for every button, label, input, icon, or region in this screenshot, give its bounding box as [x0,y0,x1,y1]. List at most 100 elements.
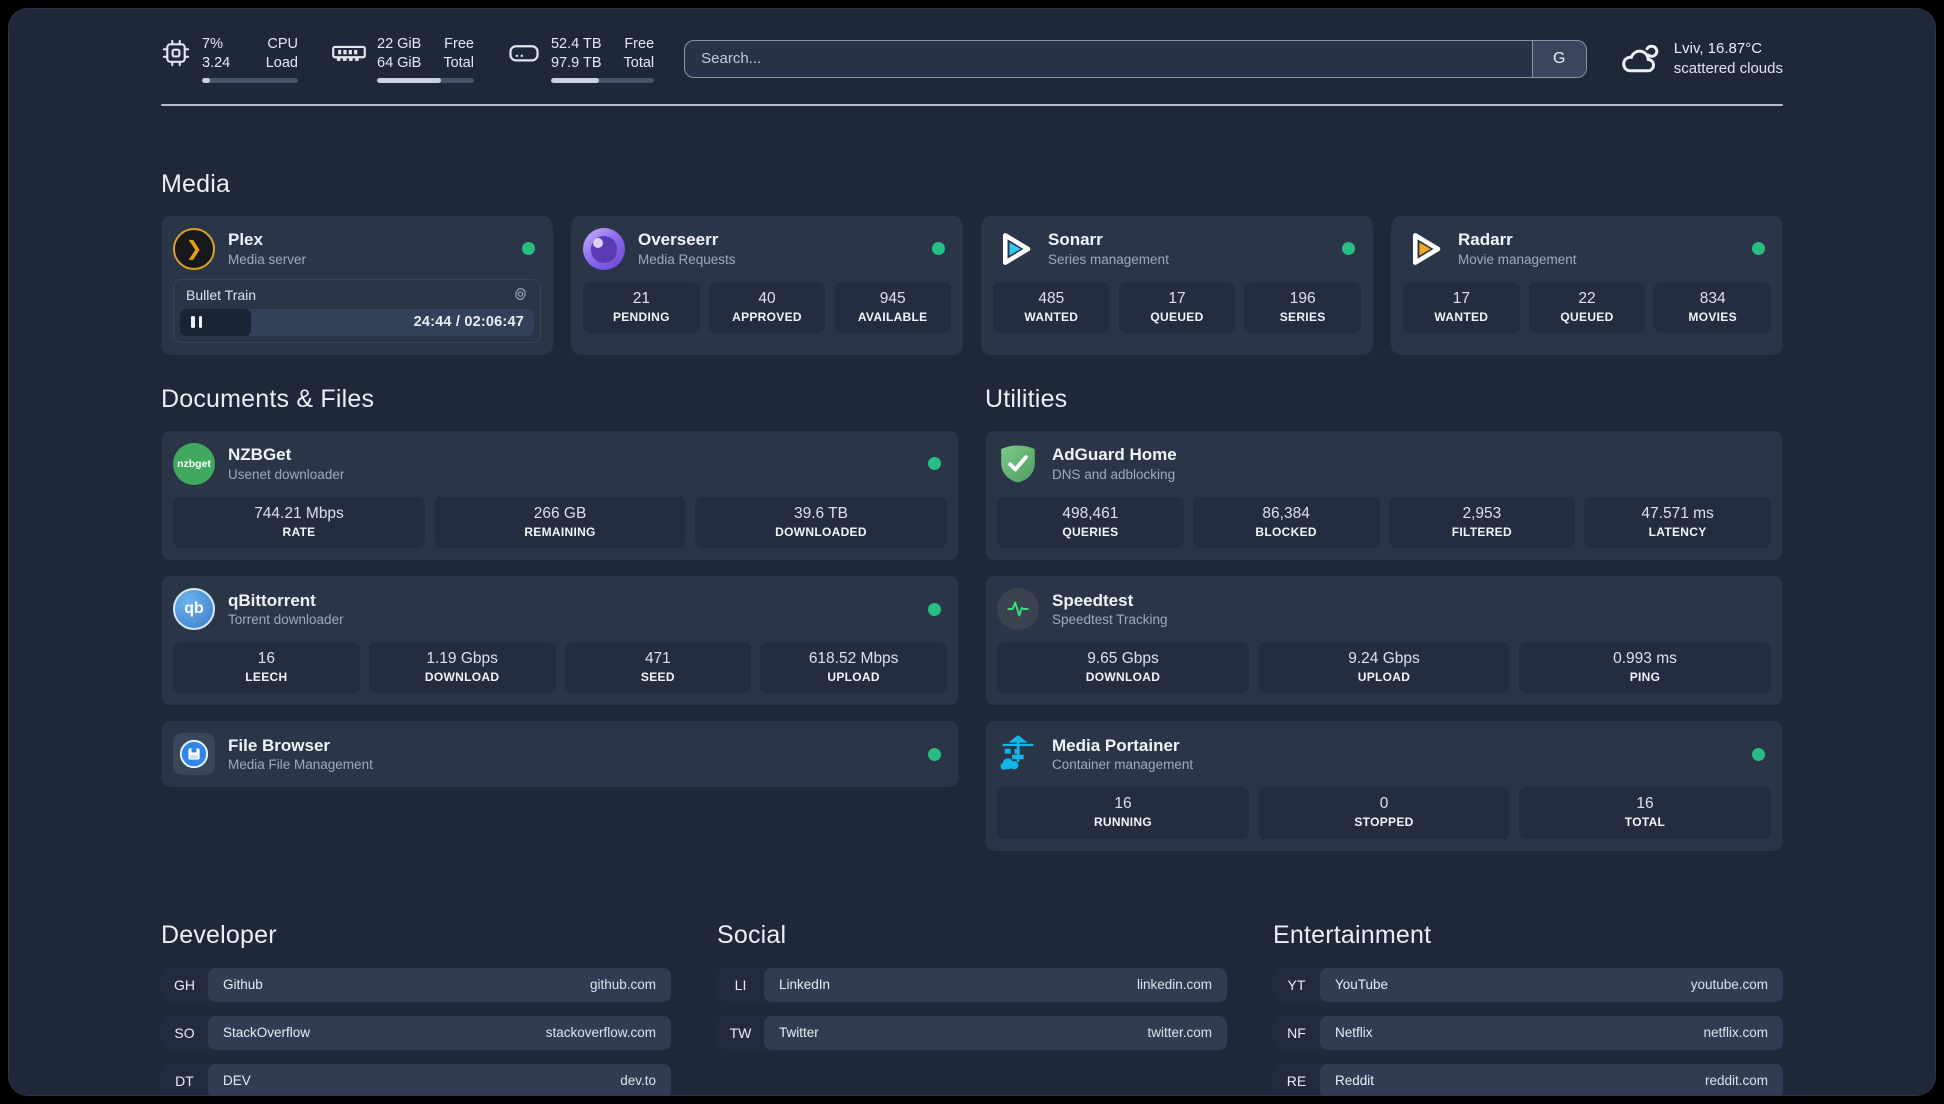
search-input[interactable] [685,40,1532,77]
portainer-icon [1000,735,1034,771]
dashboard: 7% 3.24 CPU Load 22 GiB 64 GiB Free Total [8,8,1936,1096]
stat-blocked: 86,384 BLOCKED [1192,496,1380,549]
stat-upload: 9.24 Gbps UPLOAD [1258,642,1510,694]
card-title: Overseerr [638,230,719,250]
header-divider [161,103,1783,106]
card-subtitle: Torrent downloader [228,611,344,627]
stat-pending: 21 PENDING [583,281,700,334]
memory-free-value: 22 GiB [377,36,422,52]
cpu-usage: 7% [202,36,223,52]
card-title: qBittorrent [228,590,316,610]
nzbget-app-link[interactable]: nzbget NZBGet Usenet downloader [173,442,947,485]
bookmark-abbr: RE [1286,1072,1307,1089]
stat-rate: 744.21 Mbps RATE [173,496,425,549]
qbittorrent-app-link[interactable]: qb qBittorrent Torrent downloader [173,588,947,631]
sonarr-icon [1002,232,1031,265]
sonarr-app-link[interactable]: Sonarr Series management [993,228,1361,270]
card-filebrowser: File Browser Media File Management [161,721,959,788]
stat-movies: 834 MOVIES [1654,281,1771,334]
memory-free-label: Free [444,36,474,52]
nzbget-icon: nzbget [173,442,215,485]
card-subtitle: Series management [1048,251,1169,267]
card-portainer: Media Portainer Container management 16 R… [985,721,1783,851]
bookmark-name: Reddit [1335,1073,1375,1089]
bookmark-reddit[interactable]: RE Reddit reddit.com [1273,1063,1783,1095]
status-dot [1342,242,1355,256]
bookmark-stackoverflow[interactable]: SO StackOverflow stackoverflow.com [161,1015,671,1050]
portainer-app-link[interactable]: Media Portainer Container management [997,733,1771,775]
radarr-app-link[interactable]: Radarr Movie management [1403,228,1771,270]
status-dot [1752,747,1765,761]
top-bar: 7% 3.24 CPU Load 22 GiB 64 GiB Free Total [161,35,1783,83]
stat-queued: 22 QUEUED [1528,281,1646,334]
bookmark-url: youtube.com [1690,977,1768,993]
search-engine-button[interactable]: G [1531,40,1586,77]
memory-icon [332,45,366,61]
overseerr-icon [583,227,625,270]
stat-queries: 498,461 QUERIES [997,496,1184,549]
bookmark-twitter[interactable]: TW Twitter twitter.com [717,1015,1227,1050]
pause-button[interactable] [191,316,202,329]
status-dot [928,747,941,761]
stat-wanted: 485 WANTED [993,281,1110,334]
filebrowser-app-link[interactable]: File Browser Media File Management [173,733,947,776]
bookmark-netflix[interactable]: NF Netflix netflix.com [1273,1015,1783,1050]
filebrowser-icon [173,733,215,776]
stat-download: 9.65 Gbps DOWNLOAD [997,642,1249,694]
status-dot [1752,242,1765,256]
card-sonarr: Sonarr Series management 485 WANTED 17 QUE… [981,215,1373,355]
bookmark-abbr: SO [174,1024,195,1041]
adguard-icon [1001,445,1035,483]
stat-approved: 40 APPROVED [708,281,826,334]
speedtest-icon [997,588,1039,631]
bookmark-github[interactable]: GH Github github.com [161,967,671,1002]
overseerr-app-link[interactable]: Overseerr Media Requests [583,227,951,270]
cpu-label: CPU [267,36,298,52]
bookmark-group-developer: Developer GH Github github.com SO StackOv… [161,921,671,1095]
card-title: Media Portainer [1052,735,1180,755]
card-subtitle: Speedtest Tracking [1052,611,1168,627]
bookmark-url: netflix.com [1703,1025,1768,1041]
status-dot [932,242,945,256]
playback-time: 24:44 / 02:06:47 [413,314,524,331]
cpu-icon [162,39,190,67]
bookmark-youtube[interactable]: YT YouTube youtube.com [1273,967,1783,1002]
bookmark-abbr: GH [174,976,195,993]
status-dot [522,242,535,256]
section-title-media: Media [161,169,231,198]
window-frame: 7% 3.24 CPU Load 22 GiB 64 GiB Free Total [0,0,1944,1104]
bookmark-linkedin[interactable]: LI LinkedIn linkedin.com [717,967,1227,1002]
stream-settings-icon[interactable] [513,287,528,302]
bookmark-abbr: NF [1287,1024,1306,1041]
section-title-social: Social [717,920,787,949]
bookmark-dev[interactable]: DT DEV dev.to [161,1063,671,1095]
bookmark-url: github.com [589,977,656,993]
card-subtitle: Movie management [1458,251,1577,267]
section-utilities: Utilities AdGuard Home DNS and adblockin… [985,385,1783,851]
stat-queued: 17 QUEUED [1118,281,1236,334]
card-title: Plex [228,230,263,250]
bookmark-url: linkedin.com [1136,977,1212,993]
disk-total-value: 97.9 TB [550,54,602,71]
stat-stopped: 0 STOPPED [1258,787,1510,839]
stat-ping: 0.993 ms PING [1519,642,1771,694]
cpu-widget: 7% 3.24 CPU Load [161,35,298,83]
card-nzbget: nzbget NZBGet Usenet downloader 744.21 M… [161,430,959,561]
speedtest-app-link[interactable]: Speedtest Speedtest Tracking [997,588,1771,631]
stat-upload: 618.52 Mbps UPLOAD [760,642,947,694]
plex-app-link[interactable]: ❯ Plex Media server [173,227,541,270]
resource-widgets: 7% 3.24 CPU Load 22 GiB 64 GiB Free Total [161,35,655,83]
card-plex: ❯ Plex Media server Bullet Train 24:44 /… [161,215,553,355]
bookmark-name: Netflix [1335,1025,1373,1041]
stat-available: 945 AVAILABLE [834,281,951,334]
stat-downloaded: 39.6 TB DOWNLOADED [695,496,947,549]
disk-widget: 52.4 TB 97.9 TB Free Total [508,35,655,83]
playback-progressbar[interactable]: 24:44 / 02:06:47 [180,308,534,336]
memory-total-label: Total [443,54,474,71]
card-qbittorrent: qb qBittorrent Torrent downloader 16 LEEC… [161,576,959,706]
plex-icon: ❯ [173,227,215,270]
qbittorrent-icon: qb [173,588,215,631]
bookmark-abbr: LI [734,976,747,993]
memory-widget: 22 GiB 64 GiB Free Total [332,35,474,83]
adguard-app-link[interactable]: AdGuard Home DNS and adblocking [997,443,1771,485]
